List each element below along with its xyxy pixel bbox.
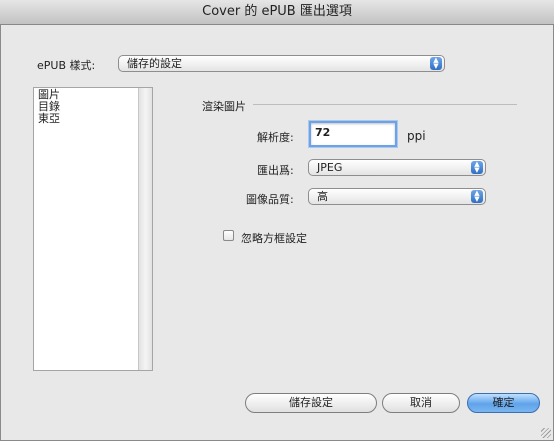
format-select[interactable]: JPEG ▲ ▼ [308,159,486,176]
section-divider [253,104,517,105]
format-value: JPEG [317,161,343,174]
quality-select[interactable]: 高 ▲ ▼ [308,188,486,205]
resolution-input[interactable]: 72 [309,121,397,147]
epub-style-label: ePUB 樣式: [37,59,96,72]
format-label: 匯出爲: [257,164,294,177]
epub-style-select[interactable]: 儲存的設定 ▲ ▼ [118,55,445,72]
category-list: 圖片 目錄 東亞 [33,87,153,371]
select-arrows-icon: ▲ ▼ [471,190,483,203]
quality-label: 圖像品質: [246,193,294,206]
section-title: 渲染圖片 [202,100,246,113]
category-item-east-asian[interactable]: 東亞 [38,113,60,125]
resize-grip-icon[interactable] [541,428,551,438]
epub-style-value: 儲存的設定 [127,57,182,70]
select-arrows-icon: ▲ ▼ [471,161,483,174]
select-arrows-icon: ▲ ▼ [430,57,442,70]
save-settings-button[interactable]: 儲存設定 [245,393,377,413]
ignore-frame-checkbox[interactable] [223,230,234,241]
ignore-frame-label: 忽略方框設定 [241,232,307,245]
epub-export-dialog: Cover 的 ePUB 匯出選項 ePUB 樣式: 儲存的設定 ▲ ▼ 圖片 目… [0,0,554,441]
ok-button[interactable]: 確定 [467,393,540,413]
category-list-scrollbar[interactable] [138,88,152,370]
resolution-unit: ppi [407,129,426,143]
resolution-label: 解析度: [257,131,294,144]
cancel-button[interactable]: 取消 [382,393,460,413]
window-title: Cover 的 ePUB 匯出選項 [0,0,554,25]
quality-value: 高 [317,190,328,203]
